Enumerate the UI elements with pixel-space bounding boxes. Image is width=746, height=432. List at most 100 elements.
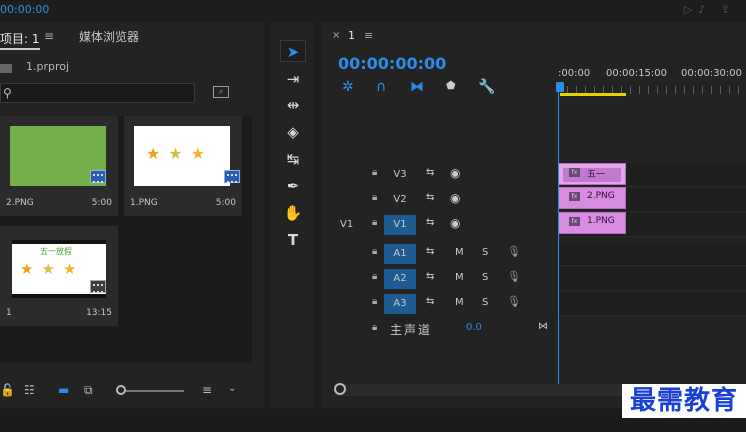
list-item[interactable]: 2.PNG 5:00 (0, 116, 118, 216)
lock-icon[interactable]: 🔓 (0, 383, 15, 397)
stars-image-icon: ★★★ (20, 260, 85, 278)
panel-menu-icon[interactable]: ≡ (364, 29, 373, 42)
folder-icon (0, 64, 12, 73)
mute-button[interactable]: M (455, 272, 464, 283)
sync-lock-icon[interactable]: ⇆ (426, 271, 434, 282)
work-area-bar[interactable] (560, 93, 626, 96)
sequence-badge-icon (90, 280, 106, 293)
sync-lock-icon[interactable]: ⇆ (426, 246, 434, 257)
sort-icon[interactable]: ≡ (202, 383, 212, 397)
mic-icon[interactable]: 🎙︎ (507, 245, 521, 258)
slip-tool-icon[interactable]: ↹ (280, 148, 306, 170)
export-icons[interactable]: ▷♪ ⇪ (684, 3, 736, 16)
time-ruler[interactable]: :00:00 00:00:15:00 00:00:30:00 (558, 62, 746, 96)
eye-icon[interactable]: ◉ (450, 191, 460, 205)
eye-icon[interactable]: ◉ (450, 216, 460, 230)
clip-name: 2.PNG (587, 191, 615, 201)
track-header-a1: 🔒︎ A1 ⇆ M S 🎙︎ (322, 242, 558, 266)
lock-icon[interactable]: 🔒︎ (372, 271, 377, 282)
lock-icon[interactable]: 🔒︎ (372, 246, 377, 257)
bin-grid: 2.PNG 5:00 ★★★ 1.PNG 5:00 五一放假 ★★★ 1 13:… (0, 116, 252, 362)
fx-badge-icon: fx (569, 192, 580, 201)
go-to-end-icon[interactable]: ⋈ (538, 321, 548, 332)
sync-lock-icon[interactable]: ⇆ (426, 192, 434, 203)
mute-button[interactable]: M (455, 297, 464, 308)
list-view-icon[interactable]: ☷ (24, 383, 35, 397)
project-bottom-toolbar: 🔓 ☷ ▬ ⧉ ≡ ⌄ (0, 378, 264, 400)
track-name[interactable]: V1 (384, 215, 416, 235)
source-patch[interactable]: V1 (340, 219, 353, 230)
solo-button[interactable]: S (482, 247, 488, 258)
marker-icon[interactable]: ⬟ (446, 79, 456, 92)
track-lane[interactable] (558, 267, 746, 291)
playhead-handle[interactable] (556, 82, 564, 92)
clip-image[interactable]: fx 1.PNG (558, 212, 626, 234)
search-input[interactable]: ⚲ (0, 83, 195, 103)
snap-icon[interactable]: ∩ (376, 79, 386, 95)
track-name[interactable]: V2 (384, 190, 416, 210)
sync-lock-icon[interactable]: ⇆ (426, 217, 434, 228)
mute-button[interactable]: M (455, 247, 464, 258)
tab-sequence[interactable]: 1 (348, 29, 355, 42)
list-item[interactable]: 五一放假 ★★★ 1 13:15 (0, 226, 118, 326)
freeform-view-icon[interactable]: ⧉ (84, 383, 93, 398)
panel-menu-icon[interactable]: ≡ (44, 29, 54, 43)
master-volume-value[interactable]: 0.0 (466, 322, 482, 333)
type-tool-icon[interactable]: T (280, 229, 306, 251)
clip-title[interactable]: fx 五一 (558, 163, 626, 185)
razor-tool-icon[interactable]: ◈ (280, 121, 306, 143)
ruler-label: 00:00:15:00 (606, 68, 668, 79)
wrench-icon[interactable]: 🔧 (478, 79, 495, 95)
mic-icon[interactable]: 🎙︎ (507, 270, 521, 283)
close-icon[interactable]: × (332, 30, 340, 41)
nest-icon[interactable]: ✲ (342, 79, 354, 95)
track-name[interactable]: A1 (384, 244, 416, 264)
chevron-down-icon[interactable]: ⌄ (228, 383, 236, 394)
playhead-timecode[interactable]: 00:00:00:00 (338, 54, 446, 73)
fx-badge-icon: fx (569, 217, 580, 226)
clip-image[interactable]: fx 2.PNG (558, 187, 626, 209)
timeline-panel: × 1 ≡ 00:00:00:00 ✲ ∩ ⧓ ⬟ 🔧 :00:00 00:00… (322, 22, 746, 408)
mic-icon[interactable]: 🎙︎ (507, 295, 521, 308)
lock-icon[interactable]: 🔒︎ (372, 192, 377, 203)
list-item[interactable]: ★★★ 1.PNG 5:00 (124, 116, 242, 216)
track-name[interactable]: A3 (384, 294, 416, 314)
tab-media-browser[interactable]: 媒体浏览器 (79, 28, 139, 45)
item-name: 1 (6, 308, 12, 318)
sync-lock-icon[interactable]: ⇆ (426, 296, 434, 307)
icon-view-icon[interactable]: ▬ (58, 383, 69, 397)
track-header-a2: 🔒︎ A2 ⇆ M S 🎙︎ (322, 267, 558, 291)
solo-button[interactable]: S (482, 272, 488, 283)
ripple-edit-tool-icon[interactable]: ⇹ (280, 94, 306, 116)
item-name: 1.PNG (130, 198, 158, 208)
linked-selection-icon[interactable]: ⧓ (410, 79, 424, 95)
selection-tool-icon[interactable]: ➤ (280, 40, 306, 62)
track-lane[interactable] (558, 242, 746, 266)
lock-icon[interactable]: 🔒︎ (372, 217, 377, 228)
lock-icon[interactable]: 🔒︎ (372, 167, 377, 178)
stars-image-icon: ★★★ (146, 144, 214, 163)
find-icon[interactable]: ⌕ (213, 86, 229, 98)
search-icon: ⚲ (3, 86, 12, 100)
monitor-timecode[interactable]: 00:00:00 (0, 3, 49, 16)
tab-project[interactable]: 项目: 1 (0, 30, 40, 47)
ruler-label: :00:00 (558, 68, 591, 79)
track-name[interactable]: A2 (384, 269, 416, 289)
solo-button[interactable]: S (482, 297, 488, 308)
pen-tool-icon[interactable]: ✒ (280, 175, 306, 197)
watermark-logo: 最需教育 (622, 384, 746, 418)
track-select-tool-icon[interactable]: ⇥ (280, 68, 306, 90)
track-name[interactable]: V3 (384, 165, 416, 185)
eye-icon[interactable]: ◉ (450, 166, 460, 180)
zoom-slider-handle[interactable] (116, 385, 126, 395)
tools-panel: ➤ ⇥ ⇹ ◈ ↹ ✒ ✋ T (270, 22, 314, 408)
scrollbar-handle[interactable] (334, 383, 346, 395)
hand-tool-icon[interactable]: ✋ (280, 202, 306, 224)
lock-icon[interactable]: 🔒︎ (372, 296, 377, 307)
playhead-line[interactable] (558, 92, 559, 384)
zoom-slider[interactable] (126, 390, 184, 392)
track-lane[interactable] (558, 292, 746, 316)
project-panel: 项目: 1 ≡ 媒体浏览器 1.prproj ⚲ ⌕ 2.PNG 5:00 ★★… (0, 22, 264, 408)
lock-icon[interactable]: 🔒︎ (372, 322, 377, 333)
sync-lock-icon[interactable]: ⇆ (426, 167, 434, 178)
